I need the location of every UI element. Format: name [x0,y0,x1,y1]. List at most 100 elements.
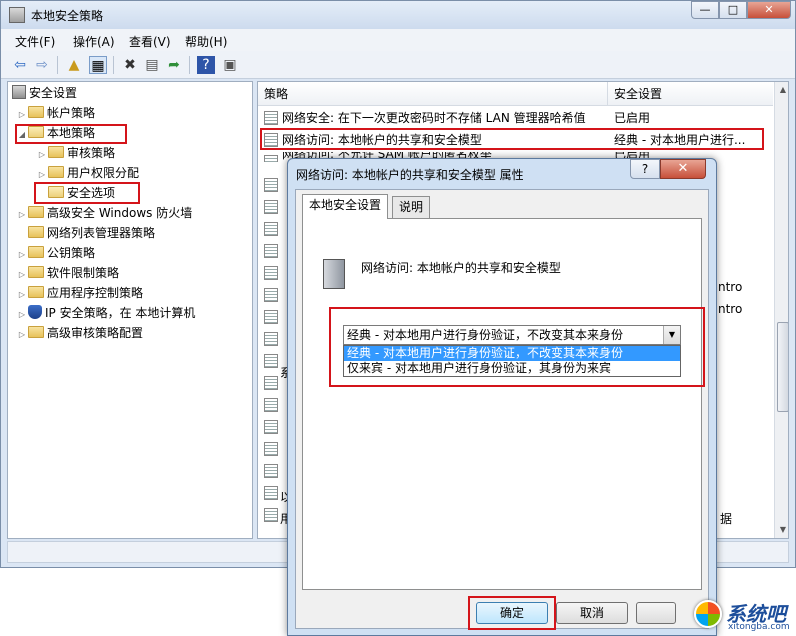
watermark-logo: 系统吧 xitongba.com [688,596,796,636]
toolbar-separator [189,56,190,74]
list-text-fragment: ntro [718,302,743,316]
delete-icon[interactable]: ✖ [121,56,139,74]
policy-icon [264,398,278,412]
maximize-button[interactable]: □ [719,1,747,19]
menu-file[interactable]: 文件(F) [15,33,55,50]
policy-icon [264,486,278,500]
policy-icon [264,178,278,192]
dialog-help-button[interactable]: ? [630,159,660,179]
tree-node-firewall[interactable]: ▷ 高级安全 Windows 防火墙 [16,204,192,222]
expand-arrow-icon[interactable]: ▷ [16,286,28,304]
menu-bar: 文件(F) 操作(A) 查看(V) 帮助(H) [1,29,795,51]
tree-node-security-settings[interactable]: 安全设置 [12,84,77,102]
policy-icon [264,332,278,346]
folder-icon [28,326,44,338]
policy-icon [264,111,278,125]
toolbar-separator [113,56,114,74]
properties-dialog: 网络访问: 本地帐户的共享和安全模型 属性 ? ✕ 本地安全设置 说明 网络访问… [287,158,717,636]
folder-up-icon[interactable]: ▲ [65,56,83,74]
menu-help[interactable]: 帮助(H) [185,33,227,50]
expand-arrow-icon[interactable]: ▷ [16,246,28,264]
security-model-options: 经典 - 对本地用户进行身份验证，不改变其本来身份 仅来宾 - 对本地用户进行身… [343,345,681,377]
minimize-button[interactable]: — [691,1,719,19]
title-bar: 本地安全策略 — □ ✕ [1,1,795,29]
expand-arrow-icon[interactable]: ▷ [16,326,28,344]
expand-arrow-icon[interactable]: ▷ [36,146,48,164]
column-header-policy[interactable]: 策略 [258,82,608,106]
dialog-close-button[interactable]: ✕ [660,159,706,179]
policy-icon [264,354,278,368]
scroll-down-icon[interactable]: ▼ [775,522,788,538]
tree-node-public-key[interactable]: ▷ 公钥策略 [16,244,95,262]
policy-icon [264,222,278,236]
tree-node-app-control[interactable]: ▷ 应用程序控制策略 [16,284,143,302]
apply-button[interactable] [636,602,676,624]
list-text-fragment: 据 [720,512,733,526]
policy-server-icon [323,259,345,289]
tab-panel: 网络访问: 本地帐户的共享和安全模型 经典 - 对本地用户进行身份验证，不改变其… [302,218,705,590]
highlight-ok-button [468,596,556,630]
policy-icon [264,200,278,214]
properties-icon[interactable]: ▤ [143,56,161,74]
toolbar: ⇦ ⇨ ▲ ▦ ✖ ▤ ➦ ? ▣ [1,51,795,79]
scroll-up-icon[interactable]: ▲ [775,82,788,98]
scrollbar-thumb[interactable] [777,322,788,412]
expand-arrow-icon[interactable]: ▷ [16,266,28,284]
tree-node-audit-policy[interactable]: ▷ 审核策略 [36,144,115,162]
tree-node-advanced-audit[interactable]: ▷ 高级审核策略配置 [16,324,143,342]
expand-arrow-icon[interactable]: ▷ [16,306,28,324]
policy-icon [264,310,278,324]
folder-icon [28,226,44,238]
option-guest-only[interactable]: 仅来宾 - 对本地用户进行身份验证，其身份为来宾 [344,361,680,376]
expand-arrow-icon[interactable]: ▷ [16,106,28,124]
folder-icon [48,146,64,158]
tab-explain[interactable]: 说明 [392,196,431,218]
dialog-body: 本地安全设置 说明 网络访问: 本地帐户的共享和安全模型 经典 - 对本地用户进… [295,189,709,630]
show-tree-icon[interactable]: ▦ [89,56,107,74]
help-icon[interactable]: ? [197,56,215,74]
menu-view[interactable]: 查看(V) [129,33,171,50]
highlight-security-options [34,182,140,204]
security-settings-icon [12,85,26,99]
windows-orb-icon [694,600,722,628]
policy-icon [264,155,278,162]
policy-icon [264,244,278,258]
menu-action[interactable]: 操作(A) [73,33,115,50]
dialog-title: 网络访问: 本地帐户的共享和安全模型 属性 [296,168,524,182]
export-icon[interactable]: ➦ [165,56,183,74]
tree-node-network-list[interactable]: 网络列表管理器策略 [28,224,155,242]
highlight-selected-policy [260,128,764,150]
tab-local-security-setting[interactable]: 本地安全设置 [302,194,389,219]
policy-icon [264,464,278,478]
close-button[interactable]: ✕ [747,1,791,19]
window-title: 本地安全策略 [31,9,104,23]
security-model-select[interactable]: 经典 - 对本地用户进行身份验证，不改变其本来身份 ▼ [343,325,681,345]
ip-security-icon [28,305,42,319]
list-text-fragment: ntro [718,280,743,294]
folder-icon [28,286,44,298]
policy-icon [264,508,278,522]
policy-icon [264,420,278,434]
cancel-button[interactable]: 取消 [556,602,628,624]
tree-node-ip-security[interactable]: ▷ IP 安全策略，在 本地计算机 [16,304,195,322]
highlight-local-policy [15,124,127,144]
option-classic[interactable]: 经典 - 对本地用户进行身份验证，不改变其本来身份 [344,346,680,361]
policy-icon [264,442,278,456]
vertical-scrollbar[interactable]: ▲ ▼ [774,82,788,538]
folder-icon [28,266,44,278]
tree-pane: 安全设置 ▷ 帐户策略 ◢ 本地策略 ▷ 审核策略 ▷ 用户权限分配 安全选项 ▷ 高级安… [7,81,253,539]
chevron-down-icon[interactable]: ▼ [663,326,680,344]
folder-icon [48,166,64,178]
toolbar-separator [57,56,58,74]
tree-node-software-restriction[interactable]: ▷ 软件限制策略 [16,264,119,282]
expand-arrow-icon[interactable]: ▷ [16,206,28,224]
back-arrow-icon[interactable]: ⇦ [11,56,29,74]
folder-icon [28,106,44,118]
column-header-setting[interactable]: 安全设置 [608,82,773,106]
folder-icon [28,206,44,218]
console-icon[interactable]: ▣ [221,56,239,74]
table-row[interactable]: 网络安全: 在下一次更改密码时不存储 LAN 管理器哈希值 已启用 [258,108,774,128]
tree-node-account-policy[interactable]: ▷ 帐户策略 [16,104,95,122]
forward-arrow-icon[interactable]: ⇨ [33,56,51,74]
tree-node-user-rights[interactable]: ▷ 用户权限分配 [36,164,139,182]
